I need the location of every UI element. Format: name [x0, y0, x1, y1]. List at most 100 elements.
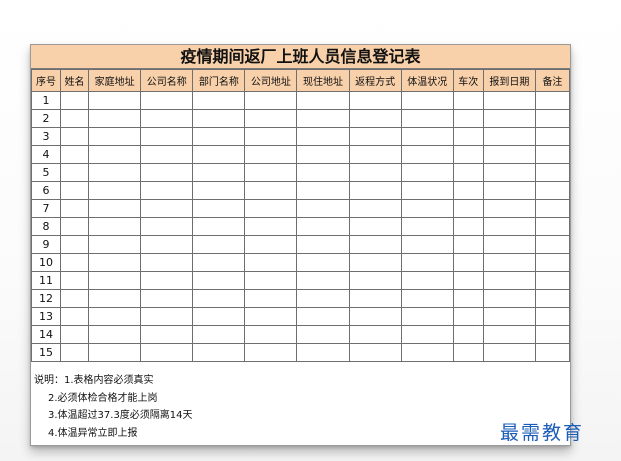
- table-cell[interactable]: [192, 145, 246, 164]
- table-cell[interactable]: [60, 109, 90, 128]
- table-cell[interactable]: [482, 181, 536, 200]
- table-cell[interactable]: [192, 181, 246, 200]
- table-cell[interactable]: [192, 199, 246, 218]
- table-cell[interactable]: [400, 91, 454, 110]
- table-cell[interactable]: [88, 253, 142, 272]
- table-cell[interactable]: [192, 271, 246, 290]
- table-cell[interactable]: [482, 163, 536, 182]
- table-cell[interactable]: [296, 325, 350, 344]
- col-header-train-number[interactable]: 车次: [452, 69, 484, 92]
- table-cell[interactable]: [296, 271, 350, 290]
- table-cell[interactable]: [88, 91, 142, 110]
- table-cell[interactable]: [88, 325, 142, 344]
- table-cell[interactable]: [348, 145, 402, 164]
- row-number-cell[interactable]: 13: [31, 307, 62, 326]
- table-cell[interactable]: [534, 307, 570, 326]
- table-cell[interactable]: [244, 109, 298, 128]
- table-cell[interactable]: [60, 145, 90, 164]
- col-header-home-address[interactable]: 家庭地址: [88, 69, 142, 92]
- table-cell[interactable]: [192, 343, 246, 362]
- table-cell[interactable]: [192, 235, 246, 254]
- table-cell[interactable]: [192, 325, 246, 344]
- table-cell[interactable]: [60, 289, 90, 308]
- table-cell[interactable]: [482, 217, 536, 236]
- table-cell[interactable]: [534, 91, 570, 110]
- table-cell[interactable]: [140, 307, 194, 326]
- table-cell[interactable]: [88, 217, 142, 236]
- col-header-name[interactable]: 姓名: [60, 69, 90, 92]
- table-cell[interactable]: [348, 199, 402, 218]
- table-cell[interactable]: [534, 235, 570, 254]
- table-cell[interactable]: [296, 109, 350, 128]
- table-cell[interactable]: [244, 199, 298, 218]
- table-cell[interactable]: [348, 181, 402, 200]
- table-cell[interactable]: [140, 217, 194, 236]
- table-cell[interactable]: [296, 163, 350, 182]
- table-cell[interactable]: [244, 307, 298, 326]
- row-number-cell[interactable]: 11: [31, 271, 62, 290]
- table-cell[interactable]: [452, 199, 484, 218]
- table-cell[interactable]: [452, 325, 484, 344]
- table-cell[interactable]: [348, 307, 402, 326]
- table-cell[interactable]: [244, 253, 298, 272]
- table-cell[interactable]: [400, 235, 454, 254]
- table-cell[interactable]: [296, 181, 350, 200]
- table-cell[interactable]: [88, 199, 142, 218]
- row-number-cell[interactable]: 12: [31, 289, 62, 308]
- table-cell[interactable]: [482, 91, 536, 110]
- table-cell[interactable]: [296, 127, 350, 146]
- col-header-seq[interactable]: 序号: [31, 69, 62, 92]
- table-cell[interactable]: [60, 271, 90, 290]
- table-cell[interactable]: [400, 217, 454, 236]
- col-header-return-method[interactable]: 返程方式: [348, 69, 402, 92]
- table-cell[interactable]: [60, 181, 90, 200]
- table-cell[interactable]: [400, 181, 454, 200]
- table-cell[interactable]: [452, 289, 484, 308]
- table-cell[interactable]: [400, 343, 454, 362]
- table-cell[interactable]: [400, 163, 454, 182]
- table-cell[interactable]: [534, 127, 570, 146]
- table-cell[interactable]: [534, 163, 570, 182]
- col-header-company-name[interactable]: 公司名称: [140, 69, 194, 92]
- table-cell[interactable]: [452, 343, 484, 362]
- table-cell[interactable]: [482, 325, 536, 344]
- table-cell[interactable]: [140, 91, 194, 110]
- table-cell[interactable]: [400, 289, 454, 308]
- table-cell[interactable]: [348, 271, 402, 290]
- table-cell[interactable]: [452, 253, 484, 272]
- table-cell[interactable]: [400, 253, 454, 272]
- col-header-department[interactable]: 部门名称: [192, 69, 246, 92]
- table-cell[interactable]: [60, 91, 90, 110]
- table-cell[interactable]: [140, 163, 194, 182]
- table-cell[interactable]: [192, 127, 246, 146]
- table-cell[interactable]: [534, 343, 570, 362]
- table-cell[interactable]: [192, 307, 246, 326]
- table-cell[interactable]: [348, 289, 402, 308]
- table-cell[interactable]: [452, 235, 484, 254]
- table-cell[interactable]: [244, 271, 298, 290]
- table-cell[interactable]: [296, 145, 350, 164]
- table-cell[interactable]: [60, 253, 90, 272]
- table-cell[interactable]: [60, 325, 90, 344]
- table-cell[interactable]: [452, 217, 484, 236]
- table-cell[interactable]: [400, 271, 454, 290]
- row-number-cell[interactable]: 9: [31, 235, 62, 254]
- table-cell[interactable]: [296, 289, 350, 308]
- table-cell[interactable]: [60, 127, 90, 146]
- table-cell[interactable]: [452, 307, 484, 326]
- table-cell[interactable]: [296, 91, 350, 110]
- table-cell[interactable]: [140, 289, 194, 308]
- table-cell[interactable]: [60, 163, 90, 182]
- table-cell[interactable]: [244, 217, 298, 236]
- table-cell[interactable]: [452, 145, 484, 164]
- table-cell[interactable]: [452, 181, 484, 200]
- table-cell[interactable]: [482, 235, 536, 254]
- row-number-cell[interactable]: 10: [31, 253, 62, 272]
- table-cell[interactable]: [88, 289, 142, 308]
- table-cell[interactable]: [296, 253, 350, 272]
- table-cell[interactable]: [400, 109, 454, 128]
- table-cell[interactable]: [88, 127, 142, 146]
- table-cell[interactable]: [348, 127, 402, 146]
- table-cell[interactable]: [60, 199, 90, 218]
- col-header-temperature[interactable]: 体温状况: [400, 69, 454, 92]
